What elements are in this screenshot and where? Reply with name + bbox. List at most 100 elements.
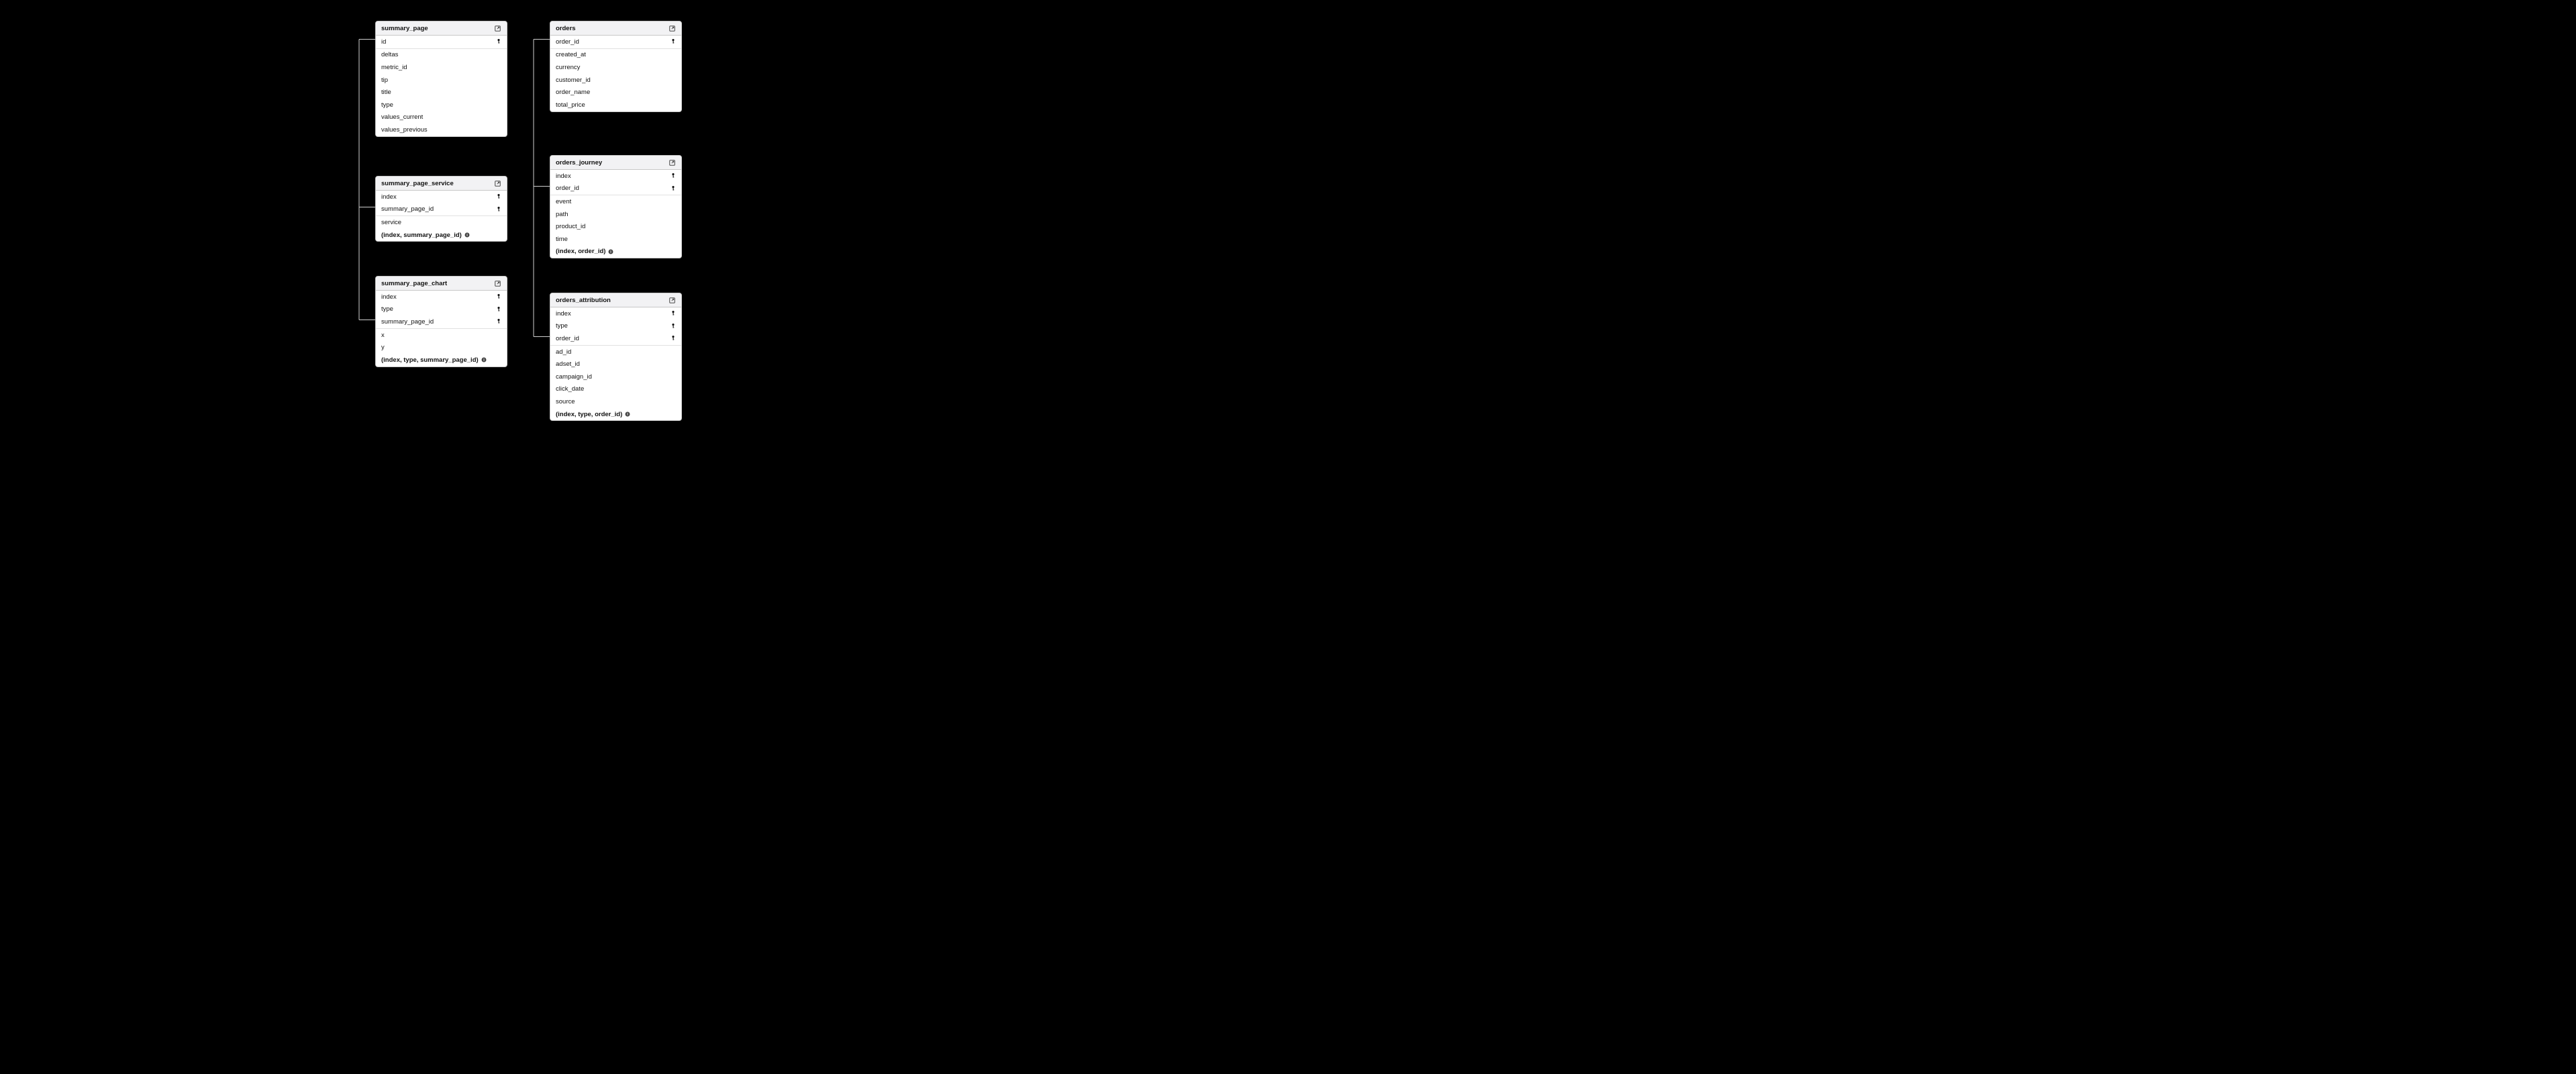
column-name: summary_page_id [381, 318, 434, 326]
column-name: order_name [556, 89, 590, 96]
table-header: summary_page [376, 21, 507, 36]
column-name: title [381, 89, 391, 96]
column-row: event [550, 195, 681, 208]
column-name: click_date [556, 385, 584, 393]
table-card-orders: orders order_id created_at currency custom… [550, 21, 682, 112]
column-name: source [556, 398, 575, 405]
column-row: x [376, 329, 507, 342]
column-name: y [381, 344, 385, 351]
column-row: deltas [376, 49, 507, 62]
table-header: summary_page_service [376, 177, 507, 191]
column-row: summary_page_id [376, 203, 507, 217]
column-name: type [556, 322, 568, 330]
table-card-orders_journey: orders_journey index order_id event path p… [550, 155, 682, 258]
column-name: currency [556, 64, 580, 71]
column-name: customer_id [556, 77, 591, 84]
column-row: order_id [550, 183, 681, 196]
index-text: (index, type, order_id) [556, 411, 622, 418]
table-title: orders [556, 25, 576, 32]
column-row: values_previous [376, 124, 507, 136]
column-row: metric_id [376, 61, 507, 74]
table-title: orders_journey [556, 159, 602, 166]
table-title: summary_page_service [381, 180, 454, 187]
column-row: service [376, 216, 507, 229]
open-in-new-icon[interactable] [668, 159, 676, 166]
column-name: path [556, 211, 568, 218]
column-name: campaign_id [556, 373, 592, 381]
column-row: id [376, 36, 507, 49]
table-card-summary_page_chart: summary_page_chart index type summary_pa… [375, 276, 507, 367]
index-footer: (index, summary_page_id) [376, 229, 507, 242]
table-title: summary_page [381, 25, 428, 32]
column-row: type [376, 303, 507, 316]
table-card-summary_page_service: summary_page_service index summary_page_… [375, 176, 507, 242]
column-name: summary_page_id [381, 205, 434, 213]
primary-key-icon [496, 293, 501, 300]
column-row: summary_page_id [376, 315, 507, 329]
column-name: ad_id [556, 348, 571, 356]
primary-key-icon [496, 306, 501, 313]
index-text: (index, summary_page_id) [381, 232, 462, 239]
column-name: values_current [381, 113, 423, 121]
column-name: index [556, 173, 571, 180]
column-row: index [550, 170, 681, 183]
column-row: order_id [550, 332, 681, 346]
table-header: orders_attribution [550, 293, 681, 307]
column-row: currency [550, 61, 681, 74]
column-name: tip [381, 77, 388, 84]
info-icon[interactable] [464, 232, 470, 238]
column-row: y [376, 341, 507, 354]
primary-key-icon [496, 38, 501, 45]
primary-key-icon [496, 193, 501, 200]
column-name: order_id [556, 38, 579, 46]
index-footer: (index, type, order_id) [550, 408, 681, 421]
open-in-new-icon[interactable] [668, 25, 676, 32]
column-row: tip [376, 74, 507, 87]
table-card-orders_attribution: orders_attribution index type order_id a… [550, 293, 682, 421]
column-row: order_name [550, 86, 681, 99]
open-in-new-icon[interactable] [668, 297, 676, 304]
column-name: time [556, 236, 568, 243]
column-row: index [376, 191, 507, 203]
column-name: index [381, 293, 397, 301]
table-header: orders_journey [550, 156, 681, 170]
open-in-new-icon[interactable] [494, 280, 501, 287]
index-text: (index, type, summary_page_id) [381, 356, 479, 364]
table-title: summary_page_chart [381, 280, 447, 287]
index-text: (index, order_id) [556, 248, 605, 255]
column-name: index [556, 310, 571, 318]
column-name: metric_id [381, 64, 407, 71]
info-icon[interactable] [625, 411, 630, 417]
column-name: order_id [556, 335, 579, 342]
primary-key-icon [671, 38, 676, 45]
column-row: click_date [550, 383, 681, 396]
primary-key-icon [496, 318, 501, 325]
open-in-new-icon[interactable] [494, 25, 501, 32]
column-row: values_current [376, 111, 507, 124]
column-name: x [381, 332, 385, 339]
info-icon[interactable] [481, 357, 487, 362]
primary-key-icon [671, 335, 676, 342]
index-footer: (index, type, summary_page_id) [376, 354, 507, 367]
column-name: adset_id [556, 360, 580, 368]
column-name: service [381, 219, 401, 226]
column-row: time [550, 233, 681, 246]
info-icon[interactable] [608, 249, 613, 254]
column-row: type [376, 99, 507, 111]
column-row: product_id [550, 220, 681, 233]
primary-key-icon [671, 185, 676, 192]
primary-key-icon [496, 206, 501, 213]
column-name: id [381, 38, 386, 46]
column-name: total_price [556, 101, 585, 109]
column-row: created_at [550, 49, 681, 62]
connections-svg [0, 0, 2576, 1074]
column-row: index [376, 291, 507, 303]
column-row: ad_id [550, 346, 681, 358]
open-in-new-icon[interactable] [494, 180, 501, 187]
table-header: orders [550, 21, 681, 36]
index-footer: (index, order_id) [550, 246, 681, 258]
column-row: campaign_id [550, 371, 681, 383]
primary-key-icon [671, 173, 676, 179]
table-card-summary_page: summary_page id deltas metric_idtip title t… [375, 21, 507, 137]
column-row: order_id [550, 36, 681, 49]
